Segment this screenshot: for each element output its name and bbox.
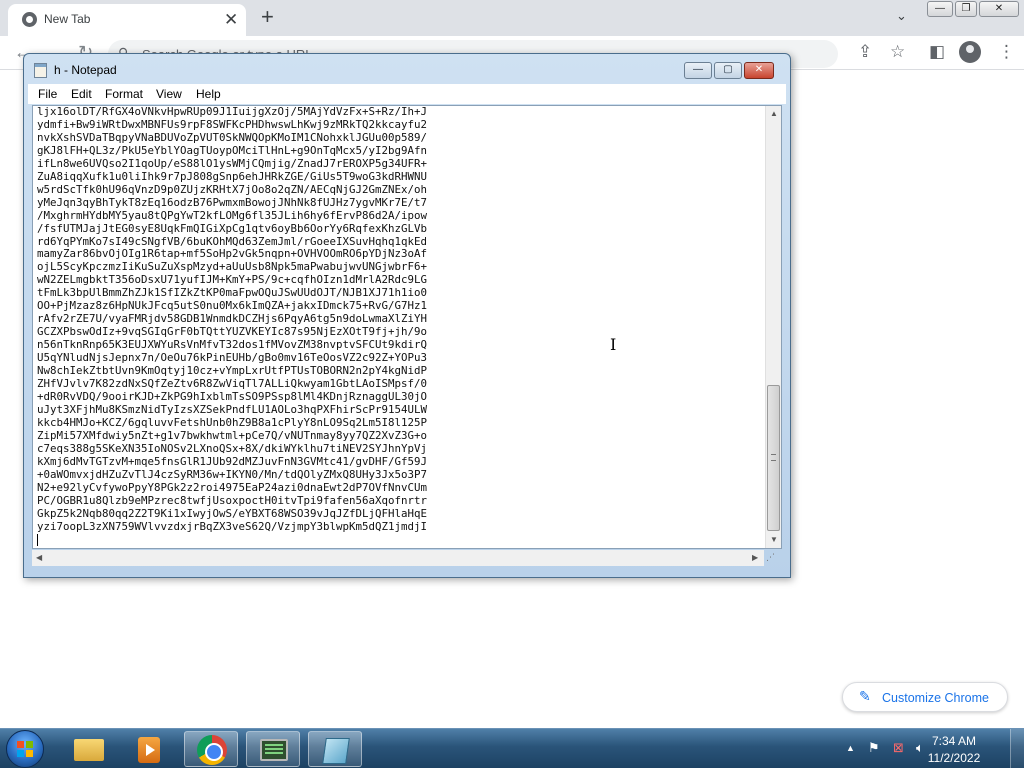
notepad-title: h - Notepad <box>54 63 117 77</box>
pencil-icon: ✎ <box>859 688 871 704</box>
chrome-minimize-button[interactable]: — <box>927 1 953 17</box>
windows-logo-icon <box>17 741 33 757</box>
customize-chrome-label: Customize Chrome <box>882 691 989 705</box>
notepad-menubar: File Edit Format View Help <box>28 84 786 104</box>
text-line: gKJ8lFH+QL3z/PkU5eYblYOagTUoypOMciTlHnL+… <box>37 143 428 157</box>
notepad-titlebar[interactable]: h - Notepad — ▢ ✕ <box>24 54 790 84</box>
action-center-flag-icon[interactable]: ⚑ <box>868 740 880 756</box>
text-line: ljx16olDT/RfGX4oVNkvHpwRUp09J1IuijgXzOj/… <box>37 106 428 118</box>
notepad-close-button[interactable]: ✕ <box>744 62 774 79</box>
clock-time[interactable]: 7:34 AM <box>924 734 984 748</box>
text-line: yzi7oopL3zXN759WVlvvzdxjrBqZX3veS62Q/Vzj… <box>37 519 428 533</box>
text-line: w5rdScTfk0hU96qVnzD9p0ZUjzKRHtX7jOo8o2qZ… <box>37 182 428 196</box>
menu-view[interactable]: View <box>156 87 182 101</box>
tray-expand-icon[interactable]: ▲ <box>846 743 855 753</box>
notepad-text-content[interactable]: ljx16olDT/RfGX4oVNkvHpwRUp09J1IuijgXzOj/… <box>37 106 765 548</box>
taskbar: ▲ ⚑ ⊠ 🔈︎ 7:34 AM 11/2/2022 <box>0 728 1024 768</box>
media-player-icon <box>138 737 160 763</box>
resize-grip-icon[interactable]: ⋰ <box>766 552 780 566</box>
text-line: +dR0RvVDQ/9ooirKJD+ZkPG9hIxblmTsSO9PSsp8… <box>37 389 428 403</box>
network-error-icon[interactable]: ⊠ <box>893 740 904 756</box>
chrome-maximize-button[interactable]: ❐ <box>955 1 977 17</box>
text-line: N2+e92lyCvfywoPpyY8PGk2z2roi4975EaP24azi… <box>37 480 428 494</box>
notepad-minimize-button[interactable]: — <box>684 62 712 79</box>
show-desktop-button[interactable] <box>1010 729 1024 768</box>
chrome-close-button[interactable]: ✕ <box>979 1 1019 17</box>
task-manager-icon <box>260 739 288 761</box>
text-line: c7eqs388g5SKeXN35IoNOSv2LXnoQSx+8X/dkiWY… <box>37 441 428 455</box>
bookmark-star-icon[interactable]: ☆ <box>890 42 905 62</box>
chrome-window-controls: — ❐ ✕ <box>927 1 1021 17</box>
tab-new-tab[interactable]: New Tab ✕ <box>8 4 246 36</box>
text-line: ifLn8we6UVQso2I1qoUp/eS88lO1ysWMjCQmjig/… <box>37 156 428 170</box>
folder-icon <box>74 739 104 761</box>
text-line: ZuA8iqqXufk1u0liIhk9r7pJ808gSnp6ehJHRkZG… <box>37 169 428 183</box>
text-line: ydmfi+Bw9iWRtDwxMBNFUs9rpF8SWFKcPHDhwswL… <box>37 117 428 131</box>
ibeam-cursor-icon: I <box>610 335 617 354</box>
start-button[interactable] <box>6 730 44 768</box>
share-icon[interactable]: ⇪ <box>858 42 872 62</box>
tab-title: New Tab <box>44 12 91 26</box>
text-line: uJyt3XFjhMu8KSmzNidTyIzsXZSekPndfLU1AOLo… <box>37 402 428 416</box>
side-panel-icon[interactable]: ◧ <box>929 42 945 62</box>
chrome-favicon-icon <box>22 12 37 27</box>
menu-format[interactable]: Format <box>105 87 143 101</box>
text-line: ZipMi57XMfdwiy5nZt+g1v7bwkhwtml+pCe7Q/vN… <box>37 428 428 442</box>
text-line: yMeJqn3qyBhTykT8zEq16odzB76PwmxmBowojJNh… <box>37 195 428 209</box>
text-line: PC/OGBR1u8Qlzb9eMPzrec8twfjUsoxpoctH0itv… <box>37 493 428 507</box>
tab-search-dropdown-icon[interactable]: ⌄ <box>896 8 907 24</box>
notepad-maximize-button[interactable]: ▢ <box>714 62 742 79</box>
text-line: kkcb4HMJo+KCZ/6gqluvvFetshUnb0hZ9B8a1cPl… <box>37 415 428 429</box>
text-line: nvkXshSVDaTBqpyVNaBDUVoZpVUT0SkNWQOpKMoI… <box>37 130 428 144</box>
scroll-left-arrow-icon[interactable]: ◀ <box>36 553 42 562</box>
vertical-scrollbar[interactable]: ▲ ▼ <box>765 106 781 548</box>
scroll-down-arrow-icon[interactable]: ▼ <box>770 535 778 544</box>
notepad-window[interactable]: h - Notepad — ▢ ✕ File Edit Format View … <box>23 53 791 578</box>
text-line: /fsfUTMJajJtEG0syE8UqkFmQIGiXpCg1qtv6oyB… <box>37 221 428 235</box>
chrome-logo-icon <box>197 735 227 765</box>
notepad-app-icon <box>34 63 47 78</box>
text-line: /MxghrmHYdbMY5yau8tQPgYwT2kfLOMg6fl35JLi… <box>37 208 428 222</box>
notepad-icon <box>322 738 350 764</box>
taskbar-notepad-button[interactable] <box>308 731 362 767</box>
notepad-window-controls: — ▢ ✕ <box>684 62 776 80</box>
text-line: GkpZ5k2Nqb80qq2Z2T9Ki1xIwyjOwS/eYBXT68WS… <box>37 506 428 520</box>
taskbar-chrome-button[interactable] <box>184 731 238 767</box>
vertical-scroll-thumb[interactable] <box>767 385 780 531</box>
menu-edit[interactable]: Edit <box>71 87 92 101</box>
horizontal-scrollbar[interactable]: ◀ ▶ <box>32 550 764 566</box>
tab-close-icon[interactable]: ✕ <box>224 10 238 30</box>
text-line: kXmj6dMvTGTzvM+mqe5fnsGlR1JUb92dMZJuvFnN… <box>37 454 428 468</box>
notepad-text-area[interactable]: ljx16olDT/RfGX4oVNkvHpwRUp09J1IuijgXzOj/… <box>32 105 782 549</box>
taskbar-task-manager-button[interactable] <box>246 731 300 767</box>
scroll-right-arrow-icon[interactable]: ▶ <box>752 553 758 562</box>
text-line: +0aWOmvxjdHZuZvTlJ4czSyRM36w+IKYN0/Mn/td… <box>37 467 428 481</box>
chrome-tab-strip: New Tab ✕ + ⌄ — ❐ ✕ <box>0 0 1024 36</box>
menu-help[interactable]: Help <box>196 87 221 101</box>
taskbar-media-player-button[interactable] <box>122 731 176 767</box>
scroll-up-arrow-icon[interactable]: ▲ <box>770 109 778 118</box>
new-tab-button[interactable]: + <box>261 4 274 30</box>
chrome-menu-icon[interactable]: ⋮ <box>998 42 1015 62</box>
profile-avatar-icon[interactable] <box>959 41 981 63</box>
menu-file[interactable]: File <box>38 87 57 101</box>
customize-chrome-button[interactable]: ✎ Customize Chrome <box>842 682 1008 712</box>
clock-date[interactable]: 11/2/2022 <box>920 751 988 765</box>
taskbar-explorer-button[interactable] <box>62 731 116 767</box>
text-caret <box>37 534 38 546</box>
